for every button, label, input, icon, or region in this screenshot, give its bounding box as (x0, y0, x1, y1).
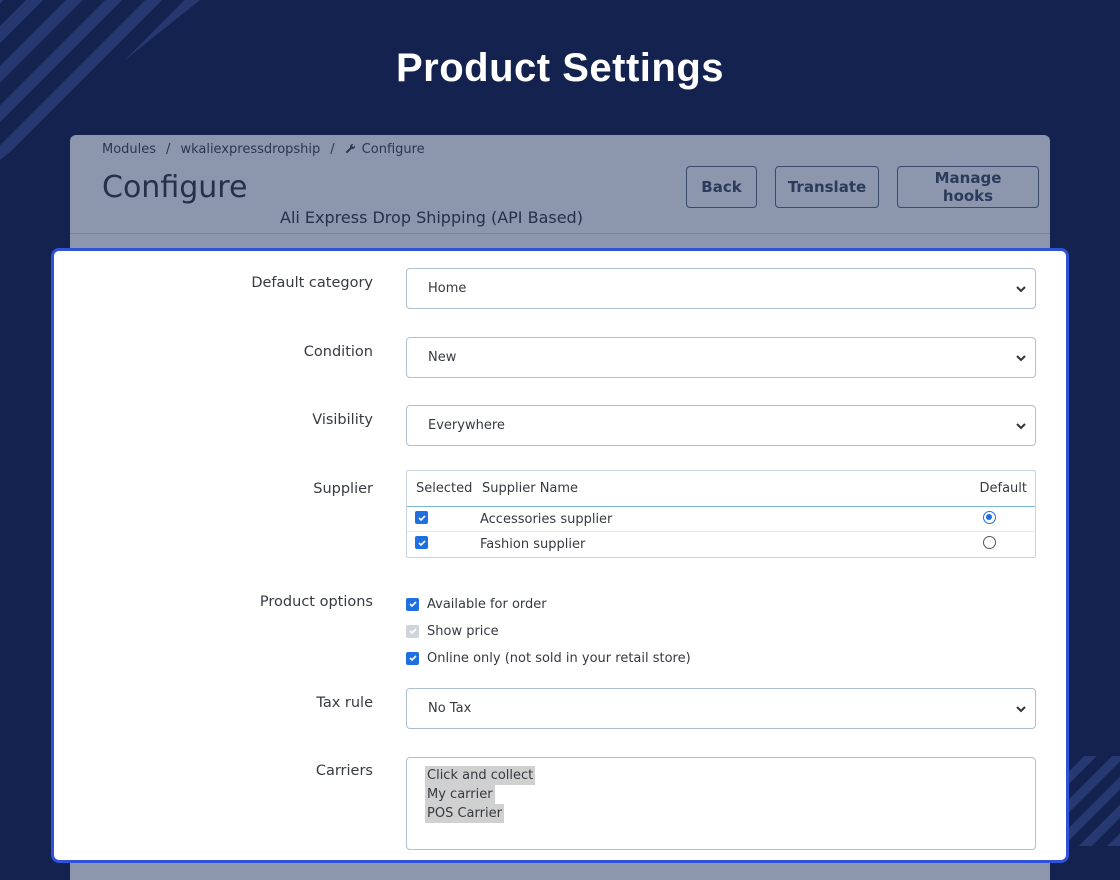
breadcrumb-separator: / (330, 142, 335, 157)
chevron-down-icon (1013, 418, 1029, 434)
tax-rule-label: Tax rule (316, 695, 373, 711)
checkbox-checked[interactable] (406, 651, 419, 665)
default-category-select[interactable]: Home (406, 268, 1036, 309)
option-available-for-order[interactable]: Available for order (406, 595, 547, 613)
manage-hooks-button[interactable]: Manage hooks (897, 166, 1039, 208)
chevron-down-icon (1013, 350, 1029, 366)
condition-select[interactable]: New (406, 337, 1036, 378)
supplier-selected-checkbox[interactable] (415, 511, 428, 524)
checkbox-checked[interactable] (406, 597, 419, 611)
breadcrumb-separator: / (166, 142, 171, 157)
visibility-value: Everywhere (428, 418, 505, 433)
visibility-select[interactable]: Everywhere (406, 405, 1036, 446)
chevron-down-icon (1013, 281, 1029, 297)
product-options-label: Product options (259, 594, 373, 610)
carriers-label: Carriers (315, 763, 373, 779)
column-header-default: Default (979, 481, 1028, 496)
tax-rule-value: No Tax (428, 701, 472, 716)
supplier-selected-checkbox[interactable] (415, 536, 428, 549)
decorative-stripes (1066, 756, 1120, 846)
column-header-supplier-name: Supplier Name (482, 481, 579, 496)
page-title: Product Settings (395, 46, 725, 90)
checkbox-disabled (406, 624, 419, 638)
option-label: Available for order (427, 596, 547, 612)
supplier-name: Accessories supplier (480, 512, 613, 527)
supplier-label: Supplier (313, 481, 373, 497)
supplier-table: Selected Supplier Name Default Accessori… (406, 470, 1036, 558)
table-row: Accessories supplier (407, 507, 1035, 532)
header-divider (70, 233, 1050, 234)
option-label: Show price (427, 623, 499, 639)
table-header: Selected Supplier Name Default (407, 471, 1035, 507)
breadcrumb-item-module[interactable]: wkaliexpressdropship (180, 142, 320, 157)
breadcrumb: Modules / wkaliexpressdropship / Configu… (102, 142, 425, 157)
carrier-option[interactable]: POS Carrier (425, 804, 504, 823)
wrench-icon (345, 143, 356, 157)
breadcrumb-item-modules[interactable]: Modules (102, 142, 156, 157)
column-header-selected: Selected (416, 481, 473, 496)
option-show-price: Show price (406, 622, 499, 640)
supplier-default-radio[interactable] (983, 536, 996, 549)
supplier-default-radio[interactable] (983, 511, 996, 524)
breadcrumb-item-configure: Configure (361, 142, 425, 157)
chevron-down-icon (1013, 701, 1029, 717)
carriers-multiselect[interactable]: Click and collect My carrier POS Carrier (406, 757, 1036, 850)
table-row: Fashion supplier (407, 532, 1035, 557)
condition-label: Condition (303, 344, 373, 360)
supplier-name: Fashion supplier (480, 537, 586, 552)
condition-value: New (428, 350, 457, 365)
carrier-option[interactable]: My carrier (425, 785, 495, 804)
configure-heading: Configure (102, 170, 248, 205)
default-category-label: Default category (251, 275, 373, 291)
product-settings-form: Default category Home Condition New Visi… (51, 248, 1069, 863)
carrier-option[interactable]: Click and collect (425, 766, 536, 785)
tax-rule-select[interactable]: No Tax (406, 688, 1036, 729)
module-name: Ali Express Drop Shipping (API Based) (280, 208, 583, 227)
back-button[interactable]: Back (686, 166, 757, 208)
option-label: Online only (not sold in your retail sto… (427, 650, 691, 666)
option-online-only[interactable]: Online only (not sold in your retail sto… (406, 649, 691, 667)
default-category-value: Home (428, 281, 467, 296)
translate-button[interactable]: Translate (775, 166, 879, 208)
visibility-label: Visibility (312, 412, 373, 428)
